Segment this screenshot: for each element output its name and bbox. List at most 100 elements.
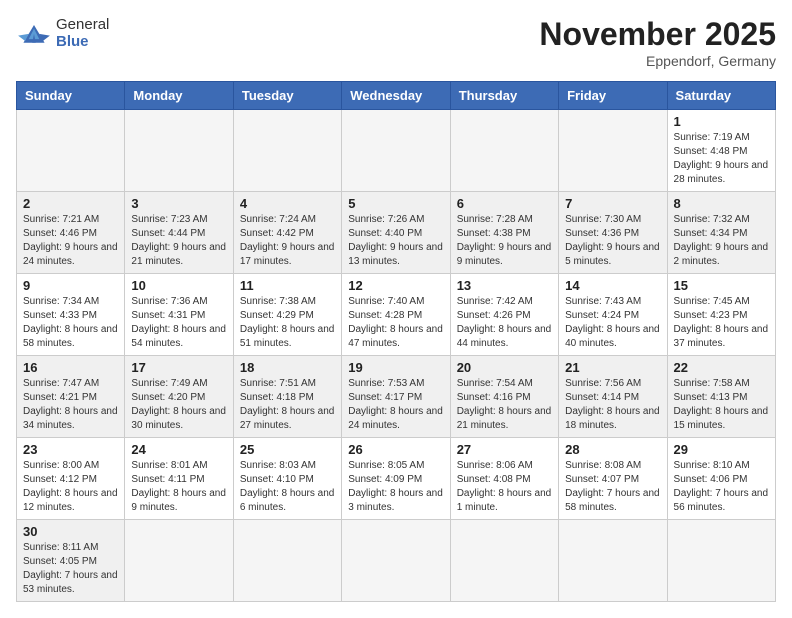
- day-number: 18: [240, 360, 335, 375]
- day-info: Sunrise: 7:30 AM Sunset: 4:36 PM Dayligh…: [565, 213, 660, 269]
- day-number: 7: [565, 196, 660, 211]
- calendar-cell: 20Sunrise: 7:54 AM Sunset: 4:16 PM Dayli…: [450, 356, 558, 438]
- day-info: Sunrise: 7:36 AM Sunset: 4:31 PM Dayligh…: [131, 295, 226, 351]
- calendar-header-tuesday: Tuesday: [233, 82, 341, 110]
- day-info: Sunrise: 7:23 AM Sunset: 4:44 PM Dayligh…: [131, 213, 226, 269]
- day-info: Sunrise: 8:06 AM Sunset: 4:08 PM Dayligh…: [457, 459, 552, 515]
- day-number: 9: [23, 278, 118, 293]
- day-number: 24: [131, 442, 226, 457]
- calendar-cell: 8 Sunrise: 7:32 AM Sunset: 4:34 PM Daylig…: [667, 192, 775, 274]
- day-number: 15: [674, 278, 769, 293]
- calendar-cell: [125, 110, 233, 192]
- calendar-cell: [559, 520, 667, 602]
- day-info: Sunrise: 7:38 AM Sunset: 4:29 PM Dayligh…: [240, 295, 335, 351]
- day-number: 19: [348, 360, 443, 375]
- day-number: 25: [240, 442, 335, 457]
- calendar-cell: [233, 520, 341, 602]
- day-number: 14: [565, 278, 660, 293]
- calendar-week-row: 1Sunrise: 7:19 AM Sunset: 4:48 PM Daylig…: [17, 110, 776, 192]
- day-number: 29: [674, 442, 769, 457]
- day-info: Sunrise: 7:21 AM Sunset: 4:46 PM Dayligh…: [23, 213, 118, 269]
- calendar-cell: 24 Sunrise: 8:01 AM Sunset: 4:11 PM Dayli…: [125, 438, 233, 520]
- day-info: Sunrise: 7:42 AM Sunset: 4:26 PM Dayligh…: [457, 295, 552, 351]
- day-number: 22: [674, 360, 769, 375]
- day-info: Sunrise: 7:47 AM Sunset: 4:21 PM Dayligh…: [23, 377, 118, 433]
- day-number: 20: [457, 360, 552, 375]
- calendar-cell: 2 Sunrise: 7:21 AM Sunset: 4:46 PM Daylig…: [17, 192, 125, 274]
- day-info: Sunrise: 7:56 AM Sunset: 4:14 PM Dayligh…: [565, 377, 660, 433]
- day-info: Sunrise: 7:45 AM Sunset: 4:23 PM Dayligh…: [674, 295, 769, 351]
- day-info: Sunrise: 7:19 AM Sunset: 4:48 PM Dayligh…: [674, 131, 769, 187]
- day-info: Sunrise: 7:26 AM Sunset: 4:40 PM Dayligh…: [348, 213, 443, 269]
- day-number: 27: [457, 442, 552, 457]
- day-info: Sunrise: 7:51 AM Sunset: 4:18 PM Dayligh…: [240, 377, 335, 433]
- calendar-cell: 22 Sunrise: 7:58 AM Sunset: 4:13 PM Dayli…: [667, 356, 775, 438]
- calendar-header-wednesday: Wednesday: [342, 82, 450, 110]
- calendar-cell: 4 Sunrise: 7:24 AM Sunset: 4:42 PM Daylig…: [233, 192, 341, 274]
- calendar-cell: 30Sunrise: 8:11 AM Sunset: 4:05 PM Dayli…: [17, 520, 125, 602]
- calendar-week-row: 23 Sunrise: 8:00 AM Sunset: 4:12 PM Dayli…: [17, 438, 776, 520]
- day-number: 8: [674, 196, 769, 211]
- calendar-header-friday: Friday: [559, 82, 667, 110]
- calendar-cell: 6Sunrise: 7:28 AM Sunset: 4:38 PM Daylig…: [450, 192, 558, 274]
- calendar-cell: [559, 110, 667, 192]
- calendar-cell: 26 Sunrise: 8:05 AM Sunset: 4:09 PM Dayli…: [342, 438, 450, 520]
- day-number: 2: [23, 196, 118, 211]
- calendar-cell: [125, 520, 233, 602]
- day-number: 28: [565, 442, 660, 457]
- day-info: Sunrise: 7:43 AM Sunset: 4:24 PM Dayligh…: [565, 295, 660, 351]
- calendar-cell: 21Sunrise: 7:56 AM Sunset: 4:14 PM Dayli…: [559, 356, 667, 438]
- day-info: Sunrise: 7:58 AM Sunset: 4:13 PM Dayligh…: [674, 377, 769, 433]
- calendar-cell: 15 Sunrise: 7:45 AM Sunset: 4:23 PM Dayli…: [667, 274, 775, 356]
- day-number: 30: [23, 524, 118, 539]
- day-info: Sunrise: 8:03 AM Sunset: 4:10 PM Dayligh…: [240, 459, 335, 515]
- calendar-cell: [233, 110, 341, 192]
- day-info: Sunrise: 7:24 AM Sunset: 4:42 PM Dayligh…: [240, 213, 335, 269]
- day-info: Sunrise: 8:10 AM Sunset: 4:06 PM Dayligh…: [674, 459, 769, 515]
- calendar-cell: 17 Sunrise: 7:49 AM Sunset: 4:20 PM Dayli…: [125, 356, 233, 438]
- calendar-header-saturday: Saturday: [667, 82, 775, 110]
- day-number: 4: [240, 196, 335, 211]
- day-number: 11: [240, 278, 335, 293]
- calendar-week-row: 9 Sunrise: 7:34 AM Sunset: 4:33 PM Daylig…: [17, 274, 776, 356]
- day-number: 16: [23, 360, 118, 375]
- day-number: 17: [131, 360, 226, 375]
- day-info: Sunrise: 7:32 AM Sunset: 4:34 PM Dayligh…: [674, 213, 769, 269]
- logo: General Blue: [16, 16, 109, 50]
- calendar-cell: 3 Sunrise: 7:23 AM Sunset: 4:44 PM Daylig…: [125, 192, 233, 274]
- day-number: 3: [131, 196, 226, 211]
- calendar-cell: 7 Sunrise: 7:30 AM Sunset: 4:36 PM Daylig…: [559, 192, 667, 274]
- day-number: 26: [348, 442, 443, 457]
- calendar-cell: [667, 520, 775, 602]
- calendar-cell: 11 Sunrise: 7:38 AM Sunset: 4:29 PM Dayli…: [233, 274, 341, 356]
- day-info: Sunrise: 7:34 AM Sunset: 4:33 PM Dayligh…: [23, 295, 118, 351]
- calendar-cell: 23 Sunrise: 8:00 AM Sunset: 4:12 PM Dayli…: [17, 438, 125, 520]
- day-number: 10: [131, 278, 226, 293]
- calendar-table: SundayMondayTuesdayWednesdayThursdayFrid…: [16, 81, 776, 602]
- day-number: 6: [457, 196, 552, 211]
- calendar-header-row: SundayMondayTuesdayWednesdayThursdayFrid…: [17, 82, 776, 110]
- page-header: General Blue November 2025 Eppendorf, Ge…: [16, 16, 776, 69]
- day-info: Sunrise: 8:01 AM Sunset: 4:11 PM Dayligh…: [131, 459, 226, 515]
- calendar-cell: 12Sunrise: 7:40 AM Sunset: 4:28 PM Dayli…: [342, 274, 450, 356]
- calendar-header-thursday: Thursday: [450, 82, 558, 110]
- day-info: Sunrise: 8:00 AM Sunset: 4:12 PM Dayligh…: [23, 459, 118, 515]
- calendar-header-sunday: Sunday: [17, 82, 125, 110]
- day-number: 23: [23, 442, 118, 457]
- calendar-cell: 25 Sunrise: 8:03 AM Sunset: 4:10 PM Dayli…: [233, 438, 341, 520]
- calendar-cell: [342, 110, 450, 192]
- calendar-week-row: 30Sunrise: 8:11 AM Sunset: 4:05 PM Dayli…: [17, 520, 776, 602]
- calendar-cell: 27 Sunrise: 8:06 AM Sunset: 4:08 PM Dayli…: [450, 438, 558, 520]
- day-info: Sunrise: 8:05 AM Sunset: 4:09 PM Dayligh…: [348, 459, 443, 515]
- calendar-cell: 29 Sunrise: 8:10 AM Sunset: 4:06 PM Dayli…: [667, 438, 775, 520]
- day-number: 5: [348, 196, 443, 211]
- calendar-cell: 14 Sunrise: 7:43 AM Sunset: 4:24 PM Dayli…: [559, 274, 667, 356]
- day-info: Sunrise: 8:08 AM Sunset: 4:07 PM Dayligh…: [565, 459, 660, 515]
- calendar-header-monday: Monday: [125, 82, 233, 110]
- day-info: Sunrise: 7:49 AM Sunset: 4:20 PM Dayligh…: [131, 377, 226, 433]
- calendar-cell: 28 Sunrise: 8:08 AM Sunset: 4:07 PM Dayli…: [559, 438, 667, 520]
- day-number: 13: [457, 278, 552, 293]
- day-number: 12: [348, 278, 443, 293]
- calendar-week-row: 2 Sunrise: 7:21 AM Sunset: 4:46 PM Daylig…: [17, 192, 776, 274]
- month-title: November 2025: [539, 16, 776, 53]
